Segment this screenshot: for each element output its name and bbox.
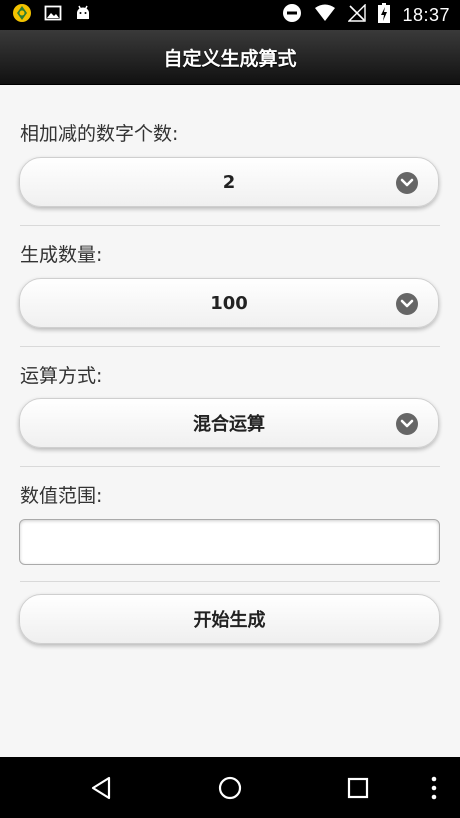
divider — [20, 225, 440, 226]
range-input[interactable] — [19, 519, 440, 565]
operation-select-value: 混合运算 — [193, 414, 265, 435]
range-label: 数值范围: — [20, 485, 103, 507]
navigation-bar — [0, 757, 460, 818]
start-generate-button[interactable]: 开始生成 — [19, 594, 440, 644]
operation-select[interactable]: 混合运算 — [19, 398, 439, 448]
image-icon — [44, 4, 62, 26]
wifi-icon — [314, 4, 336, 26]
recents-icon[interactable] — [341, 771, 375, 805]
status-time: 18:37 — [402, 4, 450, 25]
overflow-menu-icon[interactable] — [417, 771, 451, 805]
do-not-disturb-icon — [282, 3, 302, 27]
chevron-down-icon — [396, 172, 418, 194]
status-left-icons — [12, 3, 92, 27]
page-title: 自定义生成算式 — [163, 47, 297, 70]
chevron-down-icon — [396, 293, 418, 315]
divider — [20, 346, 440, 347]
battery-charging-icon — [378, 3, 391, 27]
app-notification-icon — [12, 3, 32, 27]
quantity-label: 生成数量: — [20, 244, 103, 266]
operation-label: 运算方式: — [20, 365, 103, 387]
digits-label: 相加减的数字个数: — [20, 123, 179, 145]
divider — [20, 581, 440, 582]
home-icon[interactable] — [213, 771, 247, 805]
divider — [20, 466, 440, 467]
digits-select[interactable]: 2 — [19, 157, 439, 207]
android-icon — [74, 4, 92, 26]
app-header: 自定义生成算式 — [0, 30, 460, 85]
digits-select-value: 2 — [222, 171, 236, 193]
status-bar: 18:37 — [0, 0, 460, 30]
quantity-select[interactable]: 100 — [19, 278, 439, 328]
form-content: 相加减的数字个数: 2 生成数量: 100 运算方式: 混合运算 数值范围: 开… — [0, 85, 460, 757]
chevron-down-icon — [396, 413, 418, 435]
no-signal-icon — [347, 3, 367, 26]
quantity-select-value: 100 — [210, 292, 248, 314]
back-icon[interactable] — [85, 771, 119, 805]
status-right-icons: 18:37 — [282, 3, 450, 27]
